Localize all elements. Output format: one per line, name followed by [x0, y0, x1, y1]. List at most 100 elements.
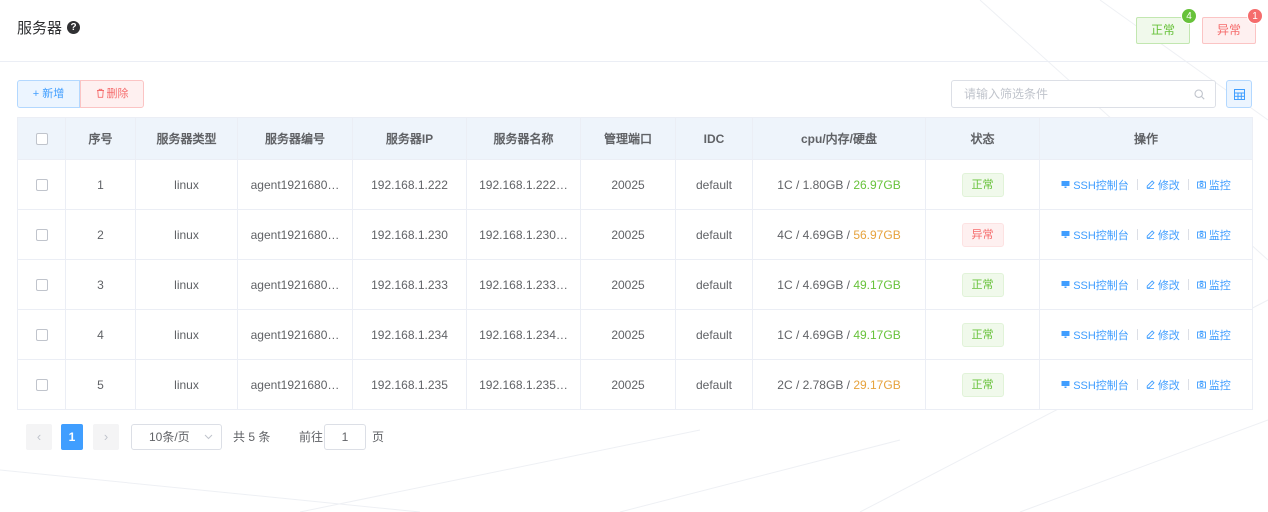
- cell-server-ip: 192.168.1.233: [352, 259, 467, 310]
- cpu-memory-text: 1C / 1.80GB /: [777, 177, 854, 192]
- cell-server-ip: 192.168.1.230: [352, 209, 467, 260]
- total-count: 共 5 条: [233, 430, 271, 444]
- cpu-memory-text: 4C / 4.69GB /: [777, 227, 854, 242]
- cpu-memory-text: 1C / 4.69GB /: [777, 277, 854, 292]
- cell-server-ip: 192.168.1.234: [352, 309, 467, 360]
- edit-link[interactable]: 修改: [1146, 227, 1180, 243]
- table-row: 5 linux agent1921680… 192.168.1.235 192.168.…: [17, 359, 1253, 410]
- table-row: 4 linux agent1921680… 192.168.1.234 192.168.…: [17, 309, 1253, 360]
- monitor-link[interactable]: 监控: [1196, 277, 1231, 293]
- edit-icon: [1146, 280, 1155, 289]
- row-checkbox[interactable]: [35, 279, 48, 292]
- cell-actions: SSH控制台 修改 监控: [1039, 309, 1253, 360]
- disk-usage-text: 56.97GB: [853, 227, 901, 242]
- action-divider: [1187, 179, 1189, 190]
- row-select-cell[interactable]: [17, 209, 66, 260]
- camera-icon: [1196, 280, 1206, 289]
- row-checkbox[interactable]: [35, 179, 48, 192]
- table-row: 2 linux agent1921680… 192.168.1.230 192.168.…: [17, 209, 1253, 260]
- prev-page-button[interactable]: ‹: [26, 424, 52, 450]
- cell-actions: SSH控制台 修改 监控: [1039, 209, 1253, 260]
- page-number-current[interactable]: 1: [61, 424, 83, 450]
- delete-button[interactable]: 删除: [80, 80, 144, 108]
- cell-server-name: 192.168.1.233…: [466, 259, 581, 310]
- status-filter-abnormal[interactable]: 异常 1: [1202, 8, 1264, 44]
- cell-status: 正常: [925, 159, 1040, 210]
- header-select-all[interactable]: [17, 117, 66, 160]
- cell-status: 正常: [925, 259, 1040, 310]
- edit-link[interactable]: 修改: [1146, 277, 1180, 293]
- cell-idc: default: [675, 259, 753, 310]
- action-divider: [1136, 179, 1138, 190]
- row-select-cell[interactable]: [17, 359, 66, 410]
- select-all-checkbox[interactable]: [35, 133, 48, 146]
- monitor-link[interactable]: 监控: [1196, 227, 1231, 243]
- page-header: 服务器 ? 正常 4 异常 1: [0, 0, 1268, 62]
- cpu-memory-text: 2C / 2.78GB /: [777, 377, 854, 392]
- edit-link[interactable]: 修改: [1146, 327, 1180, 343]
- row-select-cell[interactable]: [17, 159, 66, 210]
- cell-port: 20025: [580, 209, 676, 260]
- monitor-label: 监控: [1208, 279, 1231, 292]
- cell-server-type: linux: [135, 309, 238, 360]
- camera-icon: [1196, 180, 1206, 189]
- filter-search-input[interactable]: [952, 81, 1172, 107]
- cell-actions: SSH控制台 修改 监控: [1039, 259, 1253, 310]
- row-checkbox[interactable]: [35, 379, 48, 392]
- cell-port: 20025: [580, 359, 676, 410]
- ssh-console-link[interactable]: SSH控制台: [1061, 227, 1129, 243]
- edit-label: 修改: [1157, 179, 1180, 192]
- edit-link[interactable]: 修改: [1146, 177, 1180, 193]
- goto-page-input[interactable]: [324, 424, 366, 450]
- status-badge: 正常: [961, 172, 1004, 197]
- disk-usage-text: 29.17GB: [853, 377, 901, 392]
- ssh-console-link[interactable]: SSH控制台: [1061, 277, 1129, 293]
- row-select-cell[interactable]: [17, 309, 66, 360]
- column-header: 序号: [65, 117, 136, 160]
- status-abnormal-count-badge: 1: [1247, 8, 1264, 24]
- camera-icon: [1196, 380, 1206, 389]
- row-select-cell[interactable]: [17, 259, 66, 310]
- ssh-console-link[interactable]: SSH控制台: [1061, 377, 1129, 393]
- trash-icon: [96, 88, 104, 98]
- action-divider: [1136, 229, 1138, 240]
- edit-icon: [1146, 380, 1155, 389]
- cell-actions: SSH控制台 修改 监控: [1039, 359, 1253, 410]
- cell-status: 正常: [925, 309, 1040, 360]
- table-row: 3 linux agent1921680… 192.168.1.233 192.168.…: [17, 259, 1253, 310]
- ssh-console-link[interactable]: SSH控制台: [1061, 177, 1129, 193]
- cell-server-type: linux: [135, 359, 238, 410]
- status-badge: 正常: [961, 322, 1004, 347]
- edit-label: 修改: [1157, 329, 1180, 342]
- edit-link[interactable]: 修改: [1146, 377, 1180, 393]
- add-button[interactable]: + 新增: [17, 80, 80, 108]
- monitor-link[interactable]: 监控: [1196, 377, 1231, 393]
- cell-idc: default: [675, 209, 753, 260]
- help-icon[interactable]: ?: [67, 21, 81, 34]
- page-size-value: 10条/页: [149, 430, 190, 444]
- column-header: 操作: [1039, 117, 1253, 160]
- column-settings-button[interactable]: [1226, 80, 1252, 108]
- next-page-button[interactable]: ›: [93, 424, 119, 450]
- edit-icon: [1146, 230, 1155, 239]
- action-divider: [1136, 379, 1138, 390]
- row-checkbox[interactable]: [35, 329, 48, 342]
- cell-server-name: 192.168.1.222…: [466, 159, 581, 210]
- cell-index: 3: [65, 259, 136, 310]
- camera-icon: [1196, 230, 1206, 239]
- action-divider: [1187, 379, 1189, 390]
- row-checkbox[interactable]: [35, 229, 48, 242]
- monitor-link[interactable]: 监控: [1196, 177, 1231, 193]
- ssh-console-link[interactable]: SSH控制台: [1061, 327, 1129, 343]
- column-header: 服务器编号: [237, 117, 353, 160]
- monitor-link[interactable]: 监控: [1196, 327, 1231, 343]
- cell-server-type: linux: [135, 209, 238, 260]
- cell-index: 2: [65, 209, 136, 260]
- page-size-select[interactable]: 10条/页: [131, 424, 222, 450]
- page-title-text: 服务器: [17, 20, 63, 37]
- cell-resources: 4C / 4.69GB / 56.97GB: [752, 209, 926, 260]
- search-icon[interactable]: [1194, 89, 1205, 100]
- cpu-memory-text: 1C / 4.69GB /: [777, 327, 854, 342]
- status-filter-normal[interactable]: 正常 4: [1136, 8, 1198, 44]
- delete-button-label: 删除: [106, 88, 129, 100]
